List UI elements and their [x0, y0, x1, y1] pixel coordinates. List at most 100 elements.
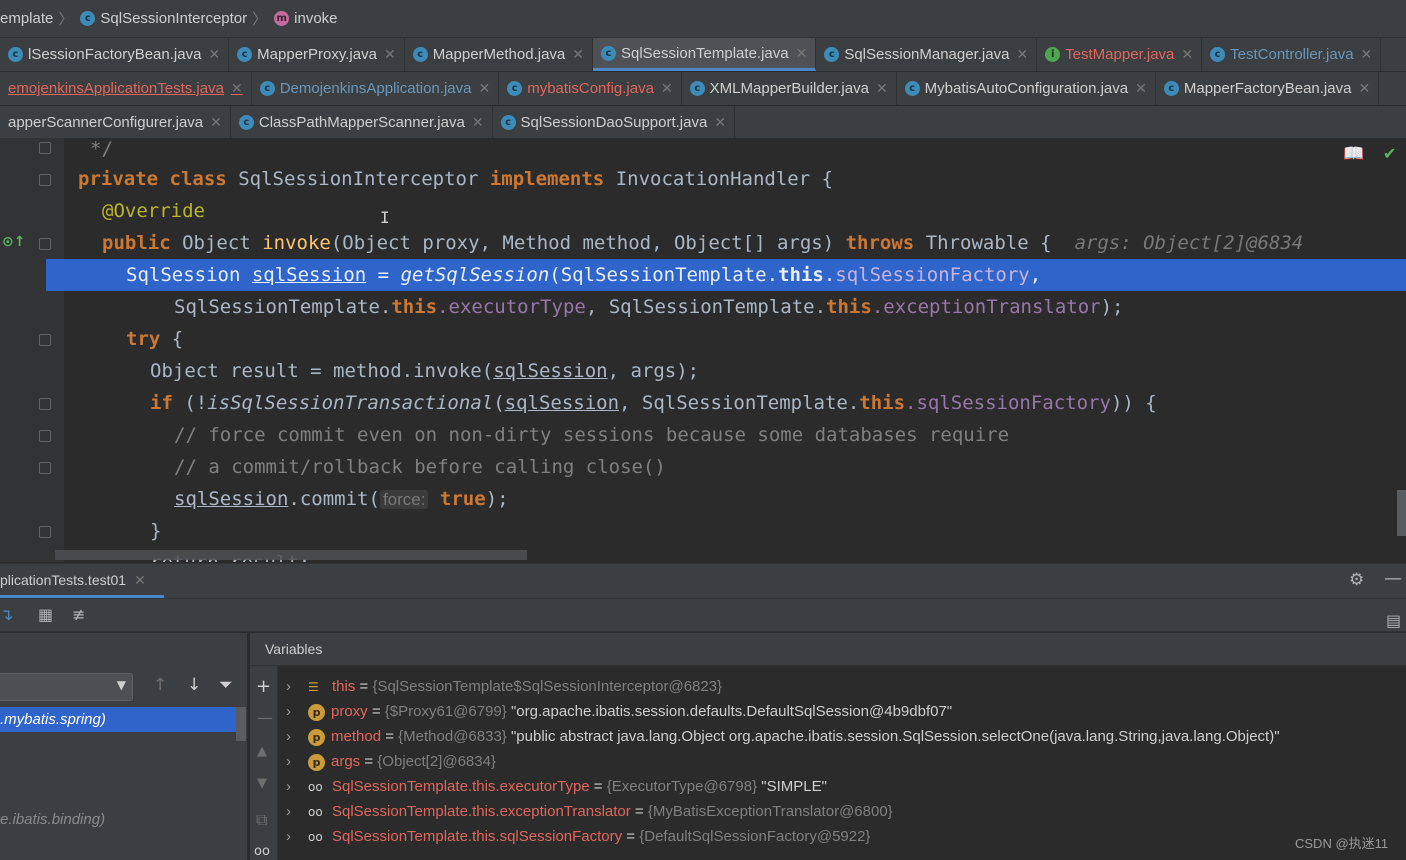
variable-row[interactable]: › ☰ this = {SqlSessionTemplate$SqlSessionI… [286, 674, 722, 699]
code-comment: // a commit/rollback before calling clos… [174, 456, 666, 478]
variable-value: "org.apache.ibatis.session.defaults.Defa… [506, 703, 953, 720]
variable-row[interactable]: › oo SqlSessionTemplate.this.exceptionTran… [286, 799, 893, 824]
expand-chevron-icon[interactable]: › [286, 799, 308, 824]
fold-marker-icon[interactable] [39, 430, 51, 442]
vertical-scrollbar[interactable] [1397, 490, 1406, 536]
inspection-ok-icon[interactable]: ✔ [1383, 144, 1396, 163]
close-icon[interactable]: ✕ [134, 572, 146, 588]
editor-tab[interactable]: c MapperProxy.java ✕ [229, 38, 405, 71]
breadcrumb-item-method[interactable]: invoke [294, 10, 337, 27]
close-icon[interactable]: ✕ [572, 46, 584, 63]
variable: sqlSession [504, 392, 620, 414]
layout-icon[interactable]: ▤ [1386, 611, 1401, 630]
close-icon[interactable]: ✕ [1358, 80, 1370, 97]
reader-mode-icon[interactable]: 📖 [1343, 144, 1364, 164]
editor-tab[interactable]: c DemojenkinsApplication.java ✕ [252, 72, 500, 105]
variable-eq: = [381, 728, 399, 745]
expand-chevron-icon[interactable]: › [286, 674, 308, 699]
editor-tab[interactable]: c MapperFactoryBean.java ✕ [1156, 72, 1380, 105]
expand-chevron-icon[interactable]: › [286, 699, 308, 724]
fold-marker-icon[interactable] [39, 238, 51, 250]
minimize-icon[interactable]: — [1384, 568, 1402, 589]
editor-gutter[interactable]: ⊙↑ [0, 138, 64, 562]
override-marker-icon[interactable]: ⊙↑ [2, 234, 25, 250]
step-over-icon[interactable]: ↴ [0, 605, 13, 624]
editor-tab-label: TestController.java [1230, 46, 1354, 63]
close-icon[interactable]: ✕ [796, 45, 808, 62]
variable-type: {Object[2]@6834} [377, 753, 496, 770]
keyword: this [778, 264, 824, 286]
thread-selector[interactable]: ▼ [0, 673, 133, 701]
trace-icon[interactable]: ≢ [72, 605, 85, 624]
editor-tab[interactable]: i TestMapper.java ✕ [1037, 38, 1203, 71]
editor-tab[interactable]: c mybatisConfig.java ✕ [499, 72, 682, 105]
close-icon[interactable]: ✕ [472, 114, 484, 131]
close-icon[interactable]: ✕ [208, 46, 220, 63]
horizontal-scrollbar[interactable] [55, 550, 527, 560]
frame-item-selected[interactable]: .mybatis.spring) [0, 707, 236, 732]
editor-tab[interactable]: emojenkinsApplicationTests.java ✕ [0, 72, 252, 105]
editor-tab[interactable]: c ClassPathMapperScanner.java ✕ [231, 106, 493, 139]
editor-tab[interactable]: c SqlSessionManager.java ✕ [816, 38, 1038, 71]
code-text: ( [493, 392, 505, 414]
code-text: Object result = method. [150, 360, 414, 382]
close-icon[interactable]: ✕ [231, 80, 243, 97]
expand-chevron-icon[interactable]: › [286, 724, 308, 749]
variable-row[interactable]: › oo SqlSessionTemplate.this.executorType … [286, 774, 827, 799]
fold-marker-icon[interactable] [39, 142, 51, 154]
variable-row[interactable]: › p args = {Object[2]@6834} [286, 749, 496, 774]
close-icon[interactable]: ✕ [1135, 80, 1147, 97]
arrow-down-icon[interactable]: ↓ [187, 675, 201, 695]
close-icon[interactable]: ✕ [661, 80, 673, 97]
code-line-current: SqlSession sqlSession = getSqlSession(Sq… [126, 259, 1041, 291]
expand-chevron-icon[interactable]: › [286, 824, 308, 849]
keyword: implements [489, 168, 605, 190]
evaluate-expression-icon[interactable]: ▦ [38, 605, 53, 624]
expand-chevron-icon[interactable]: › [286, 774, 308, 799]
close-icon[interactable]: ✕ [210, 114, 222, 131]
close-icon[interactable]: ✕ [1181, 46, 1193, 63]
filter-icon[interactable]: ⏷ [219, 675, 233, 695]
frames-scrollbar[interactable] [236, 707, 246, 741]
fold-marker-icon[interactable] [39, 174, 51, 186]
code-line: // force commit even on non-dirty sessio… [174, 419, 1009, 451]
field: .sqlSessionFactory [905, 392, 1111, 414]
variable-eq: = [622, 828, 640, 845]
variable-type: {Method@6833} [398, 728, 507, 745]
editor-tab[interactable]: c SqlSessionTemplate.java ✕ [593, 38, 817, 71]
expand-chevron-icon[interactable]: › [286, 749, 308, 774]
close-icon[interactable]: ✕ [1016, 46, 1028, 63]
breadcrumb-item-interceptor[interactable]: SqlSessionInterceptor [100, 10, 247, 27]
fold-marker-icon[interactable] [39, 462, 51, 474]
editor-tab[interactable]: c SqlSessionDaoSupport.java ✕ [493, 106, 736, 139]
editor-tab[interactable]: c XMLMapperBuilder.java ✕ [682, 72, 897, 105]
close-icon[interactable]: ✕ [1361, 46, 1373, 63]
variable-row[interactable]: › p method = {Method@6833} "public abstrac… [286, 724, 1280, 749]
editor-tab[interactable]: c TestController.java ✕ [1202, 38, 1382, 71]
fold-marker-icon[interactable] [39, 398, 51, 410]
frame-label: .mybatis.spring) [0, 711, 106, 728]
editor-tab[interactable]: c MybatisAutoConfiguration.java ✕ [897, 72, 1156, 105]
frame-item[interactable]: e.ibatis.binding) [0, 807, 105, 832]
code-editor[interactable]: ⊙↑ */ private class SqlSessionIntercepto… [0, 138, 1406, 562]
variables-title: Variables [265, 641, 323, 657]
close-icon[interactable]: ✕ [478, 80, 490, 97]
fold-marker-icon[interactable] [39, 526, 51, 538]
close-icon[interactable]: ✕ [384, 46, 396, 63]
editor-tab[interactable]: c lSessionFactoryBean.java ✕ [0, 38, 230, 71]
variable-eq: = [589, 778, 607, 795]
close-icon[interactable]: ✕ [876, 80, 888, 97]
code-line: } [150, 515, 161, 547]
breadcrumb-item-template[interactable]: emplate [0, 10, 53, 27]
editor-tab[interactable]: c MapperMethod.java ✕ [405, 38, 593, 71]
gear-icon[interactable]: ⚙ [1349, 570, 1364, 590]
close-icon[interactable]: ✕ [714, 114, 726, 131]
variable-row[interactable]: › p proxy = {$Proxy61@6799} "org.apache.ib… [286, 699, 952, 724]
fold-marker-icon[interactable] [39, 334, 51, 346]
editor-tab[interactable]: apperScannerConfigurer.java ✕ [0, 106, 231, 139]
exception-type: Throwable { [925, 232, 1052, 254]
code-text: . [823, 264, 836, 286]
variable-row[interactable]: › oo SqlSessionTemplate.this.sqlSessionFac… [286, 824, 870, 849]
debug-session-tab[interactable]: plicationTests.test01 ✕ [0, 564, 164, 598]
arrow-up-icon[interactable]: ↑ [153, 675, 167, 695]
